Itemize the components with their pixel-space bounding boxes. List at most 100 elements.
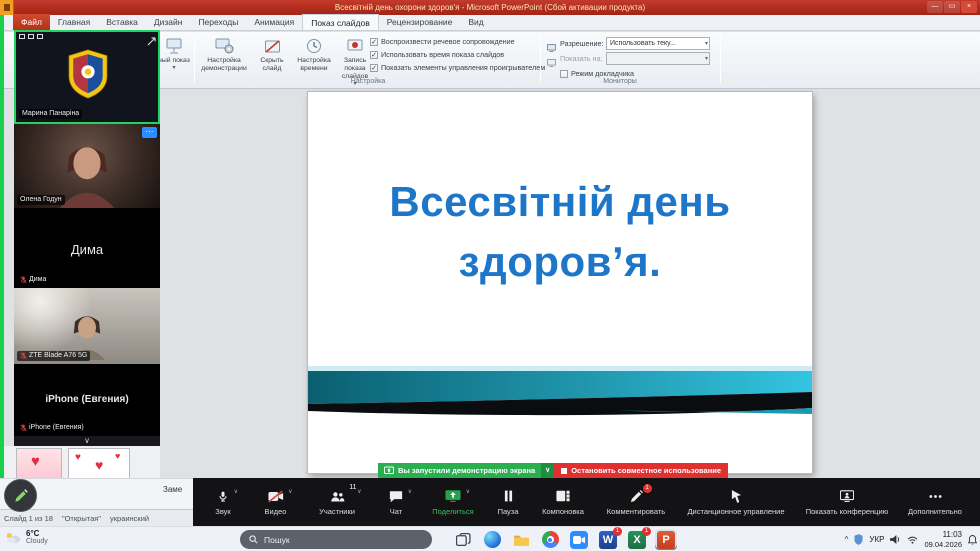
mic-muted-icon	[20, 276, 27, 284]
taskbar-app-icons: W 1 X 1 P	[452, 527, 677, 550]
tab-transitions[interactable]: Переходы	[190, 14, 246, 30]
excel-icon[interactable]: X 1	[626, 527, 651, 550]
toolbar-more-button[interactable]: Дополнительно	[899, 478, 971, 526]
record-slideshow-button[interactable]: Запись показа слайдов ▾	[336, 34, 374, 87]
system-tray: ^ УКР 11:03 09.04.2026	[845, 527, 977, 551]
panel-expand-icon[interactable]	[147, 33, 156, 51]
video-tile-iphone[interactable]: iPhone (Евгения) iPhone (Евгения)	[14, 364, 160, 436]
keyboard-language[interactable]: УКР	[869, 535, 884, 544]
tab-file[interactable]: Файл	[13, 14, 50, 30]
zoom-app-icon[interactable]	[568, 529, 590, 550]
tab-animations[interactable]: Анимация	[246, 14, 302, 30]
ribbon-separator	[540, 35, 541, 83]
video-tile-olena[interactable]: ⋯ Олена Годун	[14, 124, 160, 208]
school-emblem-graphic	[68, 49, 108, 99]
tray-expand-icon[interactable]: ^	[845, 535, 849, 544]
pencil-icon	[14, 488, 28, 502]
toolbar-layout-button[interactable]: Компоновка	[531, 478, 595, 526]
mic-muted-icon	[20, 424, 27, 432]
tab-review[interactable]: Рецензирование	[379, 14, 461, 30]
toolbar-pause-button[interactable]: Пауза	[485, 478, 531, 526]
toolbar-video-button[interactable]: ∨ Видео	[248, 478, 303, 526]
tile-menu-button[interactable]: ⋯	[142, 127, 157, 138]
chrome-icon[interactable]	[539, 529, 561, 550]
notification-badge: 1	[642, 527, 651, 536]
participants-count-badge: 11	[349, 484, 357, 491]
participant-name-badge: ZTE Blade A76 5G	[17, 351, 91, 361]
stop-share-button[interactable]: Остановить совместное использование	[554, 463, 729, 478]
chevron-icon[interactable]: ∨	[466, 488, 470, 495]
tab-home[interactable]: Главная	[50, 14, 98, 30]
toolbar-show-meeting-button[interactable]: Показать конференцию	[795, 478, 899, 526]
powerpoint-icon[interactable]: P	[655, 529, 677, 550]
toolbar-annotate-button[interactable]: 1 Комментировать	[595, 478, 677, 526]
resolution-dropdown[interactable]: Использовать теку... ▾	[606, 37, 710, 50]
toolbar-remote-control-button[interactable]: Дистанционное управление	[677, 478, 795, 526]
chevron-icon[interactable]: ∨	[357, 488, 361, 495]
checkbox-presenter-view[interactable]: Режим докладчика	[560, 69, 634, 78]
checkbox-play-narrations[interactable]: ✓ Воспроизвести речевое сопровождение	[370, 37, 515, 46]
toolbar-audio-button[interactable]: ∨ Звук	[198, 478, 248, 526]
network-icon[interactable]	[907, 536, 918, 544]
powerpoint-titlebar[interactable]: Всесвітній день охорони здоров'я - Micro…	[0, 0, 980, 15]
volume-icon[interactable]	[890, 535, 901, 544]
ribbon-separator	[194, 35, 195, 83]
participants-icon	[330, 491, 344, 501]
slide-title-line2: здоров’я.	[458, 237, 662, 285]
share-status-message: Вы запустили демонстрацию экрана	[378, 463, 542, 478]
slide-canvas[interactable]: Всесвітній день здоров’я.	[308, 92, 812, 473]
file-explorer-icon[interactable]	[510, 529, 532, 550]
checkbox-icon	[560, 69, 568, 78]
chevron-icon[interactable]: ∨	[234, 488, 238, 495]
word-icon[interactable]: W 1	[597, 527, 622, 550]
notifications-icon[interactable]	[968, 534, 977, 545]
banner-collapse-button[interactable]: ∨	[541, 463, 555, 478]
chevron-icon[interactable]: ∨	[408, 488, 412, 495]
show-on-label: Показать на:	[560, 54, 603, 63]
panel-grid-icon[interactable]	[19, 34, 25, 39]
checkbox-show-media-controls[interactable]: ✓ Показать элементы управления проигрыва…	[370, 63, 545, 72]
edge-icon[interactable]	[481, 529, 503, 550]
task-view-icon[interactable]	[452, 529, 474, 550]
taskbar-clock[interactable]: 11:03 09.04.2026	[924, 530, 962, 549]
heart-glyph: ♥	[95, 457, 104, 473]
zoom-video-panel[interactable]: Марина Панаріна ⋯ Олена Годун Дима Дима	[14, 30, 160, 446]
chevron-icon[interactable]: ∨	[288, 488, 292, 495]
video-tile-zte[interactable]: ZTE Blade A76 5G	[14, 288, 160, 364]
chevron-down-icon: ∨	[84, 436, 90, 445]
rehearse-timings-button[interactable]: Настройка времени	[294, 34, 334, 84]
hide-slide-button[interactable]: Скрыть слайд	[252, 34, 292, 84]
slide-title[interactable]: Всесвітній день здоров’я.	[308, 172, 812, 291]
checkbox-use-timings[interactable]: ✓ Использовать время показа слайдов	[370, 50, 504, 59]
tab-design[interactable]: Дизайн	[146, 14, 191, 30]
taskbar-weather[interactable]: 6°C Cloudy	[4, 529, 48, 546]
video-tile-marina[interactable]: Марина Панаріна	[14, 30, 160, 124]
tab-view[interactable]: Вид	[460, 14, 491, 30]
setup-slideshow-button[interactable]: Настройка демонстрации	[198, 34, 250, 84]
toolbar-chat-button[interactable]: ∨ Чат	[371, 478, 421, 526]
close-button[interactable]: ×	[961, 1, 977, 13]
panel-collapse-button[interactable]: ∨	[14, 436, 160, 446]
minimize-button[interactable]: —	[927, 1, 943, 13]
clock-date: 09.04.2026	[924, 539, 962, 549]
panel-window-icon[interactable]	[28, 34, 34, 39]
record-icon	[336, 36, 374, 56]
tab-slideshow[interactable]: Показ слайдов	[302, 14, 379, 30]
annotation-draw-button[interactable]	[4, 479, 37, 512]
taskbar-search[interactable]: Пошук	[240, 530, 432, 549]
tab-insert[interactable]: Вставка	[98, 14, 146, 30]
panel-minimize-icon[interactable]	[37, 34, 43, 39]
ppt-status-bar: Слайд 1 из 18 "Открытая" украинский	[0, 509, 193, 526]
slide-thumbnail[interactable]: ♥ ♥ ♥	[68, 448, 130, 478]
toolbar-participants-button[interactable]: 11 ∨ Участники	[303, 478, 371, 526]
monitor-icon	[547, 54, 556, 67]
annotate-icon	[630, 489, 643, 502]
toolbar-share-button[interactable]: ∨ Поделиться	[421, 478, 485, 526]
notes-text-fragment: Заме	[163, 485, 183, 494]
slide-thumbnail[interactable]: ♥	[16, 448, 62, 478]
video-tile-dima[interactable]: Дима Дима	[14, 208, 160, 288]
shield-icon[interactable]	[854, 534, 863, 545]
participant-name-badge: Дима	[17, 275, 50, 285]
restore-button[interactable]: ▭	[944, 1, 960, 13]
clock-icon	[294, 36, 334, 56]
